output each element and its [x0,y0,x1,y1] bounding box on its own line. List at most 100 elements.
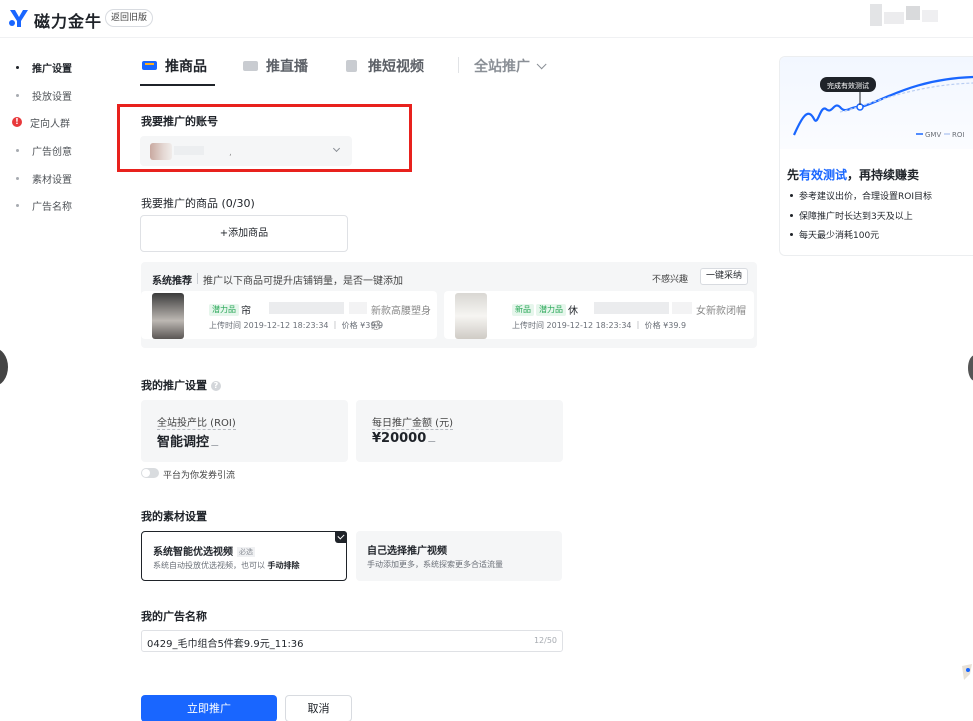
budget-value-text: ¥20000 [372,431,427,446]
sidebar-item-label: 素材设置 [32,174,72,186]
floating-scroll-handle-right[interactable] [968,355,973,381]
custom-video-option[interactable]: 自己选择推广视频 手动添加更多，系统探索更多合适流量 [356,531,562,581]
shopping-cart-icon [142,61,157,70]
sidebar-item-ad-name[interactable]: 广告名称 [14,197,72,213]
add-product-button[interactable]: +添加商品 [140,215,348,252]
error-icon: ! [12,117,22,127]
legend-roi: ROI [952,131,964,139]
product-tag-potential: 潜力品 [209,304,239,316]
recommended-product-card[interactable]: 潜力品 帘 新款高腰塑身感 上传时间 2019-12-12 18:23:34 ｜… [141,291,437,339]
coupon-traffic-toggle[interactable] [141,468,159,478]
products-section-title: 我要推广的商品 (0/30) [141,197,255,210]
system-recommend-panel: 系统推荐 推广以下商品可提升店铺销量，是否一键添加 不感兴趣 一键采纳 潜力品 … [141,262,757,348]
roi-label: 全站投产比 (ROI) [157,414,236,430]
option-title: 系统智能优选视频 必选 [153,543,255,558]
promo-settings-title-text: 我的推广设置 [141,379,207,392]
assistant-mascot-icon[interactable] [960,662,973,682]
product-tag-potential: 潜力品 [536,304,566,316]
tip-item: 每天最少消耗100元 [790,228,879,241]
product-name-masked [269,302,344,314]
sidebar-item-label: 定向人群 [30,118,70,130]
sidebar-item-label: 广告创意 [32,146,72,158]
trend-chart-illustration: 完成有效测试 GMV ROI [792,75,973,139]
product-name-masked [672,302,692,314]
site-wide-promo-dropdown[interactable]: 全站推广 [474,56,547,76]
manual-exclude-link[interactable]: 手动排除 [268,561,300,570]
daily-budget-value: ¥20000 [372,431,440,446]
material-settings-title: 我的素材设置 [141,510,207,523]
highlight-annotation-box [117,104,412,172]
product-name-masked [594,302,669,314]
edit-icon[interactable] [210,439,223,446]
live-icon [243,61,258,71]
promo-settings-title: 我的推广设置? [141,377,221,393]
sidebar-item-promo-settings[interactable]: 推广设置 [14,59,72,75]
legend-gmv: GMV [925,131,941,139]
tab-label: 推商品 [165,59,207,75]
heading-post: ，再持续赚卖 [847,168,920,182]
sidebar-item-label: 投放设置 [32,91,72,103]
product-name-prefix: 休 [568,306,578,317]
product-name-prefix: 帘 [241,306,251,317]
sidebar-item-label: 推广设置 [32,63,72,75]
tab-label: 推直播 [266,59,308,75]
roi-setting-card[interactable]: 全站投产比 (ROI) 智能调控 [141,400,348,462]
product-meta: 上传时间 2019-12-12 18:23:34 ｜ 价格 ¥39.9 [512,321,687,330]
sidebar-item-targeting[interactable]: ! 定向人群 [12,114,70,130]
tab-label: 推短视频 [368,59,424,75]
bullet-dot [16,65,19,69]
chart-bubble-label: 完成有效测试 [827,81,869,90]
heading-highlight: 有效测试 [799,168,848,182]
bullet-dot [790,194,793,197]
dropdown-label: 全站推广 [474,59,530,75]
sidebar-item-ad-creative[interactable]: 广告创意 [14,142,72,158]
tips-card: 完成有效测试 GMV ROI 先有效测试，再持续赚卖 参考建议出价，合理设置RO… [779,56,973,256]
product-tag-new: 新品 [512,304,534,316]
active-tab-indicator [140,84,215,86]
tab-promote-short-video[interactable]: 推短视频 [345,56,424,76]
bullet-dot [790,233,793,236]
back-to-old-version-button[interactable]: 返回旧版 [105,9,154,27]
product-thumbnail [455,293,487,339]
trend-illustration: 完成有效测试 GMV ROI [780,57,973,149]
video-icon [346,60,357,72]
tip-text: 保障推广时长达到3天及以上 [799,212,913,222]
daily-budget-card[interactable]: 每日推广金额 (元) ¥20000 [356,400,563,462]
top-bar: 磁力金牛 返回旧版 [0,0,973,38]
tip-text: 每天最少消耗100元 [799,231,880,241]
promote-now-button[interactable]: 立即推广 [141,695,277,721]
user-avatar-mosaic[interactable] [870,4,940,26]
tip-text: 参考建议出价，合理设置ROI目标 [799,192,932,202]
tab-promote-product[interactable]: 推商品 [142,56,207,76]
roi-value: 智能调控 [157,431,223,450]
bullet-dot [16,93,19,97]
tips-heading: 先有效测试，再持续赚卖 [787,166,919,183]
one-click-accept-button[interactable]: 一键采纳 [700,268,748,285]
bullet-dot [16,148,19,152]
recommended-product-card[interactable]: 新品 潜力品 休 女新款闭帽 上传时间 2019-12-12 18:23:34 … [444,291,754,339]
divider [197,273,198,284]
product-name-masked [349,302,367,314]
sidebar-item-delivery-settings[interactable]: 投放设置 [14,87,72,103]
option-subtitle-text: 系统自动投放优选视频，也可以 [153,561,265,570]
char-counter: 12/50 [533,636,557,645]
recommend-description: 推广以下商品可提升店铺销量，是否一键添加 [203,276,403,287]
option-title: 自己选择推广视频 [367,546,447,557]
brand-name: 磁力金牛 [34,12,103,31]
sidebar-item-label: 广告名称 [32,201,72,213]
help-icon[interactable]: ? [211,381,221,391]
ad-name-input[interactable]: 0429_毛巾组合5件套9.9元_11:36 12/50 [141,630,563,652]
product-name-suffix: 女新款闭帽 [696,306,746,317]
product-thumbnail [152,293,184,339]
option-subtitle: 系统自动投放优选视频，也可以 手动排除 [153,560,300,571]
bullet-dot [16,176,19,180]
sidebar [0,38,118,721]
checkmark-icon [335,531,347,543]
sidebar-item-material-settings[interactable]: 素材设置 [14,170,72,186]
tab-promote-live[interactable]: 推直播 [243,56,308,76]
edit-icon[interactable] [428,435,440,442]
cancel-button[interactable]: 取消 [285,695,352,721]
logo-icon [9,10,28,27]
not-interested-link[interactable]: 不感兴趣 [652,272,688,285]
system-smart-video-option[interactable]: 系统智能优选视频 必选 系统自动投放优选视频，也可以 手动排除 [141,531,347,581]
